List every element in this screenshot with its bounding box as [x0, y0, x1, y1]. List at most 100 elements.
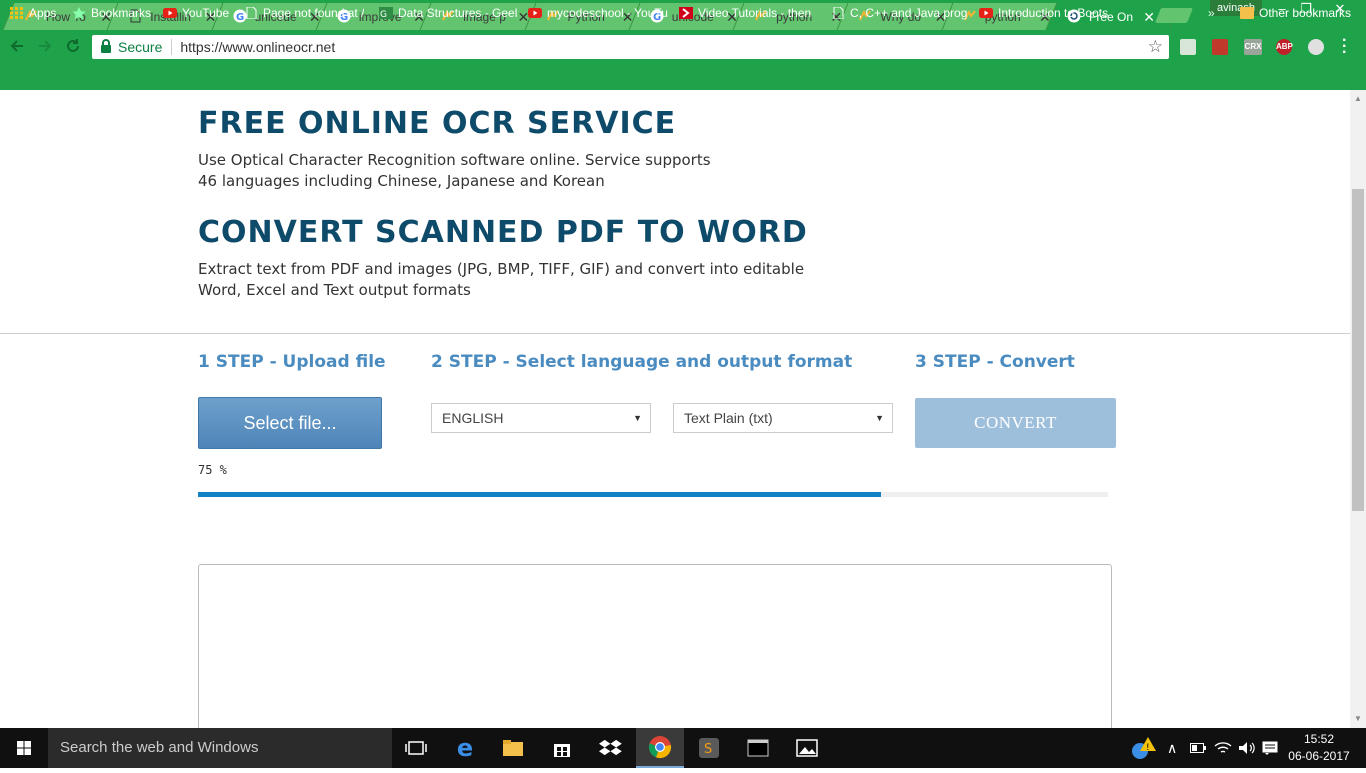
dropdown-arrow-icon: ▼ [633, 413, 642, 423]
progress-percent: 75 % [198, 463, 227, 477]
youtube-icon [528, 7, 542, 19]
taskbar-search-box[interactable]: Search the web and Windows [48, 728, 392, 768]
web-page: FREE ONLINE OCR SERVICE Use Optical Char… [0, 90, 1350, 728]
url-text[interactable]: https://www.onlineocr.net [180, 39, 335, 55]
bookmark-label: YouTube [182, 6, 230, 20]
adblock-extension-icon[interactable]: ABP [1276, 39, 1293, 55]
action-center-icon[interactable] [1262, 728, 1278, 768]
start-button[interactable] [0, 728, 48, 768]
bookmark-label: Page not found at / [263, 6, 365, 20]
other-bookmarks-label: Other bookmarks [1259, 6, 1352, 20]
bookmark-item[interactable]: Introduction to Boots [979, 5, 1108, 21]
gfg-icon: G [379, 7, 393, 20]
folder-icon [1240, 7, 1254, 19]
description-line: Word, Excel and Text output formats [198, 281, 471, 299]
bookmark-label: Bookmarks [91, 6, 152, 20]
system-clock[interactable]: 15:52 06-06-2017 [1287, 731, 1351, 765]
description-line: 46 languages including Chinese, Japanese… [198, 172, 605, 190]
bookmarks-bar [0, 63, 1366, 90]
photos-icon[interactable] [783, 728, 831, 768]
svg-text:G: G [236, 12, 244, 23]
output-format-select[interactable]: Text Plain (txt) ▼ [673, 403, 893, 433]
book-extension-icon[interactable] [1212, 39, 1228, 55]
star-icon [72, 7, 86, 20]
upload-progress-bar [198, 492, 1108, 497]
svg-text:!: ! [1146, 743, 1150, 753]
forward-icon[interactable] [36, 37, 54, 59]
language-select[interactable]: ENGLISH ▼ [431, 403, 651, 433]
scroll-down-icon[interactable]: ▼ [1354, 714, 1362, 723]
lock-icon [101, 39, 111, 53]
conversion-description: Extract text from PDF and images (JPG, B… [198, 259, 838, 301]
convert-button[interactable]: CONVERT [915, 398, 1116, 448]
select-file-button[interactable]: Select file... [198, 397, 382, 449]
wifi-icon[interactable] [1214, 728, 1232, 768]
windows-logo-icon [17, 741, 31, 755]
bookmark-label: mycodeschool - YouTu [547, 6, 668, 20]
bookmark-label: Video Tutorials - then [698, 6, 812, 20]
bookmark-item[interactable]: Page not found at / [244, 5, 364, 21]
step-3-label: 3 STEP - Convert [915, 352, 1075, 372]
store-icon[interactable] [538, 728, 586, 768]
bookmark-label: C, C++ and Java prog [850, 6, 968, 20]
task-view-icon[interactable] [392, 728, 440, 768]
step-1-label: 1 STEP - Upload file [198, 352, 386, 372]
service-description: Use Optical Character Recognition softwa… [198, 150, 838, 192]
back-icon[interactable] [8, 37, 26, 59]
description-line: Extract text from PDF and images (JPG, B… [198, 260, 805, 278]
mail-extension-icon[interactable] [1180, 39, 1196, 55]
chrome-menu-icon[interactable]: · · · [1342, 33, 1347, 61]
battery-icon[interactable] [1190, 728, 1206, 768]
progress-fill [198, 492, 881, 497]
other-bookmarks[interactable]: Other bookmarks [1240, 5, 1351, 21]
page-title: FREE ONLINE OCR SERVICE [198, 106, 677, 141]
clock-date: 06-06-2017 [1288, 749, 1350, 763]
bookmark-item[interactable]: Bookmarks [72, 5, 151, 21]
divider [171, 39, 173, 55]
reload-icon[interactable] [64, 37, 82, 59]
notification-alert-icon[interactable]: ! [1130, 728, 1156, 768]
bulb-extension-icon[interactable] [1308, 39, 1324, 55]
close-tab-icon[interactable]: ✕ [1143, 10, 1155, 24]
address-bar[interactable]: Secure https://www.onlineocr.net ☆ [92, 35, 1169, 59]
bookmark-item[interactable]: mycodeschool - YouTu [528, 5, 668, 21]
doc-icon [244, 6, 258, 20]
clock-time: 15:52 [1303, 732, 1335, 746]
dropdown-arrow-icon: ▼ [875, 413, 884, 423]
youtube-icon [163, 7, 177, 19]
bookmark-item[interactable]: C, C++ and Java prog [831, 5, 967, 21]
bookmark-label: Apps [29, 6, 57, 20]
bookmark-item[interactable]: Apps [10, 5, 56, 21]
show-hidden-icons-icon[interactable]: ∧ [1167, 728, 1177, 768]
sublime-text-icon[interactable]: S [685, 728, 733, 768]
volume-icon[interactable] [1238, 728, 1256, 768]
scroll-up-icon[interactable]: ▲ [1354, 94, 1362, 103]
bookmark-star-icon[interactable]: ☆ [1148, 37, 1163, 57]
dropbox-icon[interactable] [587, 728, 635, 768]
apps-icon [10, 7, 24, 19]
bookmarks-overflow-icon[interactable]: » [1208, 5, 1215, 21]
ocr-output-textarea[interactable] [198, 564, 1112, 728]
file-explorer-icon[interactable] [489, 728, 537, 768]
svg-text:G: G [380, 10, 387, 19]
svg-text:S: S [704, 742, 712, 757]
bookmark-item[interactable]: G Data Structures - Geel [379, 5, 517, 21]
edge-browser-icon[interactable]: e [441, 728, 489, 768]
bookmark-item[interactable]: YouTube [163, 5, 229, 21]
youtube-icon [979, 7, 993, 19]
section-title: CONVERT SCANNED PDF TO WORD [198, 215, 808, 250]
scrollbar-thumb[interactable] [1352, 189, 1364, 511]
command-prompt-icon[interactable] [734, 728, 782, 768]
chrome-taskbar-icon[interactable] [636, 728, 684, 768]
description-line: Use Optical Character Recognition softwa… [198, 151, 711, 169]
bookmark-label: Data Structures - Geel [398, 6, 518, 20]
bookmark-item[interactable]: Video Tutorials - then [679, 5, 811, 21]
windows-taskbar: Search the web and Windows e S ! ∧ 15:52… [0, 728, 1366, 768]
chevron-icon [679, 7, 693, 19]
new-tab-button[interactable] [1154, 8, 1194, 23]
language-value: ENGLISH [442, 410, 504, 426]
step-2-label: 2 STEP - Select language and output form… [431, 352, 853, 372]
secure-label: Secure [118, 39, 163, 55]
crx-extension-icon[interactable]: CRX [1244, 39, 1262, 55]
doc-icon [831, 6, 845, 20]
